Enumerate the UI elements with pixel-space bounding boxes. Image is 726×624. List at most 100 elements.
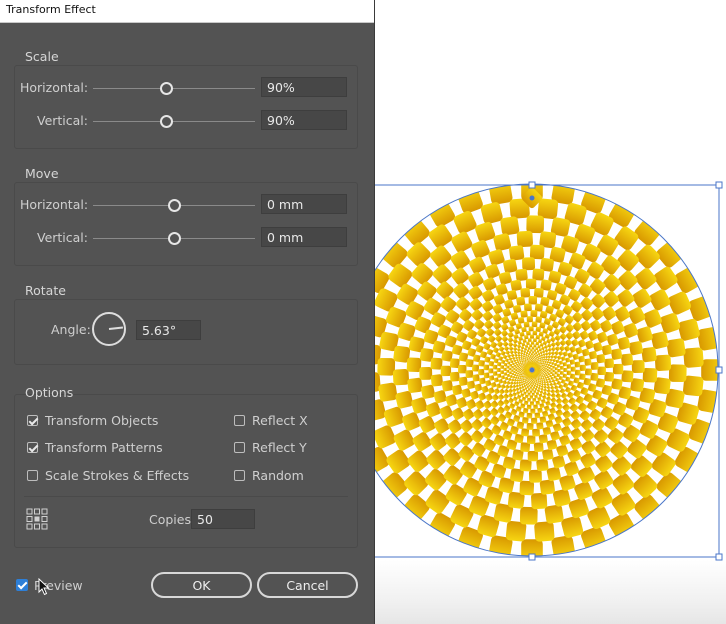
spiral-tile	[525, 353, 528, 357]
angle-dial-icon[interactable]	[92, 312, 126, 346]
spiral-tile	[406, 242, 431, 267]
move-horizontal-field[interactable]: 0 mm	[261, 194, 347, 214]
spiral-tile	[541, 380, 544, 384]
scale-title: Scale	[25, 49, 59, 64]
spiral-tile	[506, 369, 510, 373]
spiral-tile	[560, 365, 564, 370]
spiral-tile	[556, 397, 563, 405]
spiral-tile	[444, 433, 461, 449]
spiral-tile	[546, 385, 551, 390]
spiral-tile	[501, 316, 510, 325]
spiral-tile	[542, 362, 545, 365]
spiral-tile	[503, 399, 510, 406]
spiral-tile	[470, 430, 484, 443]
spiral-tile	[591, 307, 604, 321]
copies-field[interactable]: 50	[191, 509, 255, 529]
spiral-tile	[544, 369, 546, 371]
spiral-tile	[569, 359, 576, 365]
spiral-tile	[546, 366, 549, 369]
scale-vertical-slider[interactable]	[160, 115, 173, 128]
spiral-tile	[518, 371, 521, 373]
spiral-tile	[513, 381, 517, 385]
spiral-tile	[556, 444, 569, 457]
spiral-tile	[633, 473, 658, 498]
spiral-tile	[518, 336, 523, 341]
transform-patterns-checkbox[interactable]	[27, 442, 38, 453]
random-checkbox[interactable]	[234, 470, 245, 481]
spiral-tile	[502, 308, 512, 317]
spiral-tile	[518, 384, 522, 387]
scale-horizontal-label: Horizontal:	[20, 80, 89, 95]
spiral-tile	[520, 345, 525, 350]
spiral-tile	[541, 399, 546, 404]
spiral-tile	[404, 471, 429, 496]
move-horizontal-label: Horizontal:	[20, 197, 89, 212]
spiral-tile	[568, 397, 577, 405]
spiral-tile	[562, 351, 569, 357]
scale-horizontal-track[interactable]	[93, 88, 255, 89]
spiral-tile	[607, 427, 624, 444]
spiral-tile	[485, 380, 492, 387]
transform-objects-checkbox[interactable]	[27, 415, 38, 426]
spiral-tile	[541, 360, 543, 363]
ok-button[interactable]: OK	[151, 572, 252, 598]
spiral-tile	[509, 375, 513, 379]
reflect-y-checkbox[interactable]	[234, 442, 245, 453]
spiral-tile	[507, 377, 512, 382]
spiral-tile	[539, 357, 542, 360]
spiral-tile	[520, 379, 523, 382]
spiral-tile	[546, 396, 552, 402]
reference-point-grid-icon[interactable]	[26, 508, 48, 530]
spiral-tile	[533, 442, 544, 453]
reflect-x-checkbox[interactable]	[234, 415, 245, 426]
preview-checkbox[interactable]	[16, 579, 28, 591]
spiral-tile	[471, 309, 483, 321]
scale-vertical-field[interactable]: 90%	[261, 110, 347, 130]
spiral-tile	[506, 289, 518, 301]
object-anchor-point	[529, 195, 535, 201]
spiral-tile	[436, 281, 454, 299]
spiral-tile	[542, 353, 546, 356]
spiral-tile	[533, 404, 538, 410]
spiral-tile	[512, 392, 517, 397]
spiral-tile	[559, 388, 566, 394]
spiral-tile	[572, 322, 583, 332]
spiral-tile	[522, 377, 525, 379]
dialog-title-bar[interactable]: Transform Effect	[0, 0, 374, 23]
spiral-tile	[660, 313, 681, 334]
scale-horizontal-slider[interactable]	[160, 82, 173, 95]
spiral-tile	[603, 291, 620, 307]
spiral-tile	[544, 405, 550, 412]
spiral-tile	[535, 379, 538, 382]
spiral-tile	[531, 346, 535, 350]
spiral-tile	[570, 366, 576, 372]
spiral-tile	[643, 309, 662, 328]
spiral-tile	[392, 369, 410, 386]
scale-horizontal-field[interactable]: 90%	[261, 77, 347, 97]
spiral-tile	[550, 430, 560, 441]
spiral-tile	[481, 408, 492, 418]
spiral-tile	[592, 342, 603, 352]
cancel-button[interactable]: Cancel	[257, 572, 358, 598]
move-vertical-label: Vertical:	[36, 230, 88, 245]
move-vertical-field[interactable]: 0 mm	[261, 227, 347, 247]
spiral-tile	[539, 377, 541, 380]
spiral-tile	[539, 359, 542, 362]
spiral-tile	[425, 468, 447, 491]
spiral-tile	[561, 397, 569, 405]
spiral-tile	[530, 408, 536, 414]
random-label: Random	[252, 468, 304, 483]
spiral-tile	[532, 380, 534, 383]
move-vertical-slider[interactable]	[168, 232, 181, 245]
spiral-tile	[458, 376, 468, 386]
spiral-tile	[500, 370, 504, 375]
angle-field[interactable]: 5.63°	[136, 320, 201, 340]
spiral-tile	[535, 381, 538, 384]
scale-vertical-track[interactable]	[93, 121, 255, 122]
move-horizontal-slider[interactable]	[168, 199, 181, 212]
scale-strokes-checkbox[interactable]	[27, 470, 38, 481]
spiral-tile	[533, 381, 535, 384]
spiral-tile	[555, 389, 560, 394]
spiral-tile	[429, 433, 447, 451]
spiral-tile	[474, 383, 483, 392]
